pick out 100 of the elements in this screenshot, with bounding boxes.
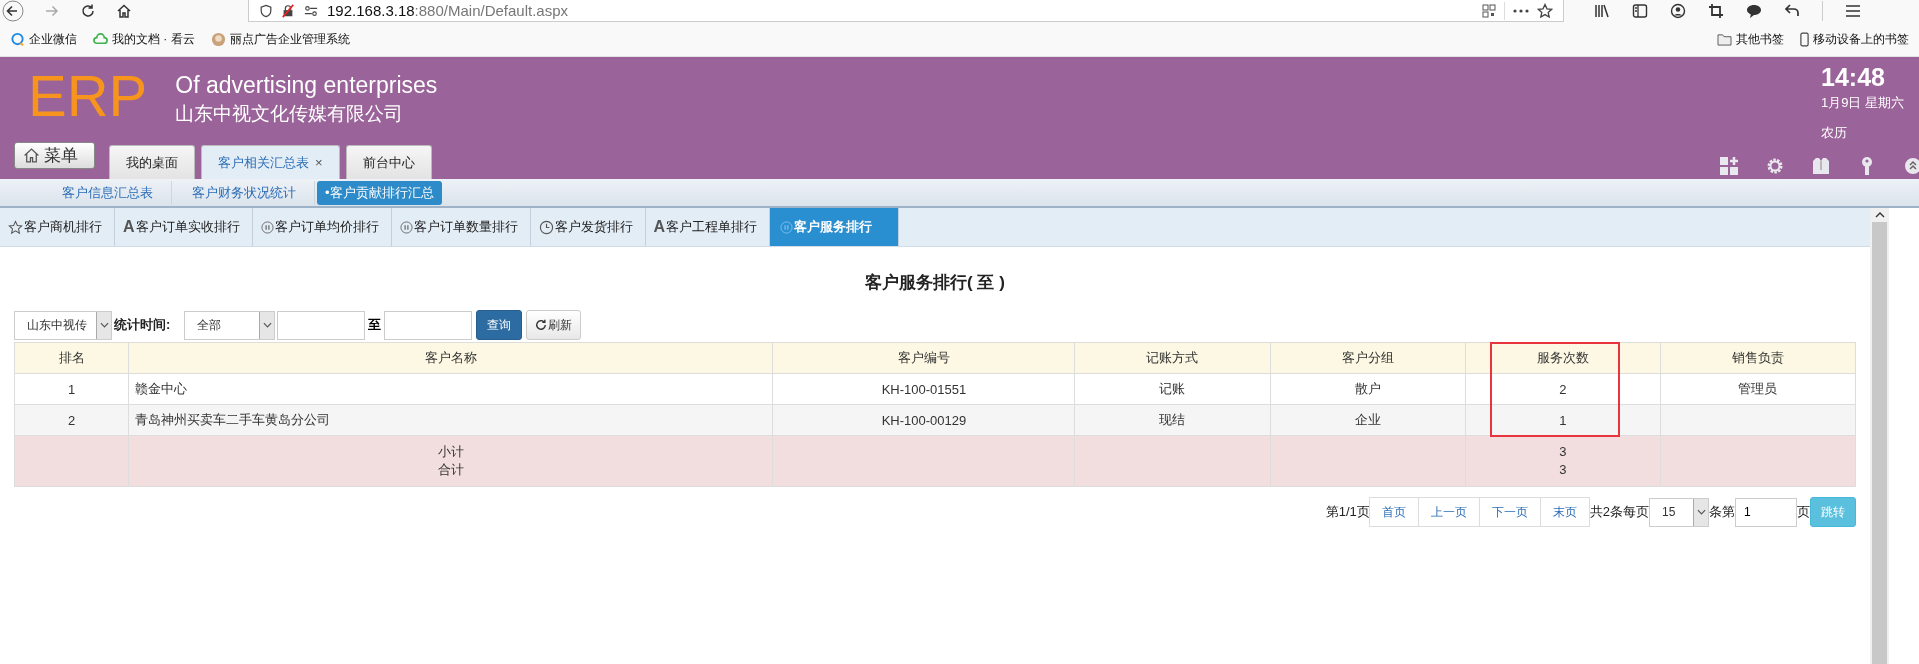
table-cell: KH-100-01551 (881, 381, 967, 397)
page-tab[interactable]: 客户相关汇总表 × (201, 145, 340, 179)
url-text[interactable]: 192.168.3.18:880/Main/Default.aspx (327, 2, 568, 19)
shield-icon[interactable] (259, 3, 273, 18)
qr-code-icon[interactable] (1482, 3, 1496, 18)
range-separator: 至 (368, 316, 382, 334)
pause-icon (399, 220, 413, 234)
lunar-date: 农历 (1821, 124, 1847, 142)
page-number-field[interactable]: 1 (1735, 497, 1797, 527)
settings-icon[interactable] (1765, 156, 1785, 176)
sub-nav-link[interactable]: 客户信息汇总表 (44, 180, 172, 205)
bookmark-link[interactable]: 企业微信 (10, 30, 77, 48)
undo-icon[interactable] (1784, 3, 1800, 19)
report-tab[interactable]: 客户商机排行 (0, 208, 115, 246)
clock-date: 1月9日 星期六 (1821, 94, 1905, 112)
page-info: 第1/1页 (1325, 503, 1370, 521)
pager-button[interactable]: 上一页 (1417, 497, 1480, 527)
end-date-field[interactable] (384, 310, 473, 340)
star-icon[interactable] (1537, 2, 1553, 19)
close-icon[interactable]: × (315, 155, 323, 170)
folder-icon (1717, 32, 1732, 46)
report-tab[interactable]: 客户发货排行 (530, 208, 646, 246)
query-button[interactable]: 查询 (476, 310, 523, 340)
report-title: 客户服务排行( 至 ) (864, 272, 1006, 294)
cloud-icon (93, 31, 108, 47)
scroll-up-icon[interactable] (1874, 212, 1885, 218)
page-tab[interactable]: 前台中心 (345, 145, 432, 179)
company-select[interactable]: 山东中视传 (14, 310, 112, 340)
menu-icon[interactable] (1845, 4, 1861, 18)
column-header: 记账方式 (1074, 342, 1271, 374)
period-select[interactable]: 全部 (184, 310, 276, 340)
shirt-icon[interactable] (1811, 156, 1831, 176)
more-icon[interactable] (1513, 8, 1529, 13)
page-size-select[interactable]: 15 (1649, 497, 1709, 527)
table-cell: 2 (67, 412, 76, 428)
start-date-field[interactable] (277, 310, 366, 340)
letter-icon: A (653, 218, 666, 236)
menu-button[interactable]: 菜单 (14, 142, 95, 169)
pause-icon (260, 220, 274, 234)
home-icon (23, 147, 40, 164)
library-icon[interactable] (1594, 3, 1610, 19)
pager-button[interactable]: 末页 (1539, 497, 1590, 527)
reload-icon[interactable] (80, 3, 96, 19)
pager-button[interactable]: 首页 (1368, 497, 1419, 527)
report-tab[interactable]: A客户订单实收排行 (115, 208, 253, 246)
bookmark-folder[interactable]: 移动设备上的书签 (1800, 30, 1909, 48)
home-icon[interactable] (116, 3, 132, 19)
clock-icon (538, 219, 554, 235)
address-bar[interactable]: 192.168.3.18:880/Main/Default.aspx (248, 0, 1564, 22)
crop-icon[interactable] (1708, 3, 1724, 19)
report-tab[interactable]: 客户订单数量排行 (391, 208, 531, 246)
table-cell: 1 (1559, 412, 1567, 428)
pause-icon (780, 220, 794, 234)
phone-icon (1800, 31, 1809, 47)
total-value: 3 (1558, 443, 1568, 461)
company-name: 山东中视文化传媒有限公司 (175, 102, 405, 126)
letter-icon: A (123, 218, 135, 236)
total-label: 合计 (436, 461, 465, 479)
column-header: 客户名称 (128, 342, 773, 374)
bookmark-link[interactable]: 丽点广告企业管理系统 (210, 30, 350, 48)
account-icon[interactable] (1670, 3, 1686, 19)
goto-label: 条第 (1709, 503, 1735, 521)
report-tab[interactable]: 客户订单均价排行 (252, 208, 392, 246)
sidebar-icon[interactable] (1632, 3, 1648, 19)
bookmark-link[interactable]: 我的文档 · 看云 (93, 30, 195, 48)
table-cell: 记账 (1159, 381, 1186, 396)
sub-nav-link[interactable]: 客户财务状况统计 (174, 180, 315, 205)
refresh-button[interactable]: 刷新 (526, 310, 582, 340)
clock-time: 14:48 (1821, 63, 1885, 91)
avatar-icon (210, 31, 226, 47)
erp-logo: ERP (28, 65, 148, 127)
app-subtitle: Of advertising enterprises (175, 72, 438, 99)
column-header: 客户编号 (773, 342, 1075, 374)
column-header: 排名 (14, 342, 129, 374)
total-label: 小计 (436, 443, 465, 461)
caret-icon (1696, 509, 1706, 515)
refresh-icon (535, 319, 548, 331)
pager-button[interactable]: 下一页 (1478, 497, 1541, 527)
table-cell: 散户 (1354, 381, 1381, 396)
insecure-lock-icon[interactable] (281, 3, 295, 18)
scrollbar[interactable] (1870, 208, 1889, 664)
goto-label: 页 (1797, 503, 1810, 521)
back-icon[interactable] (2, 0, 24, 22)
add-widget-icon[interactable] (1719, 156, 1739, 176)
column-header: 客户分组 (1270, 342, 1466, 374)
table-cell: 1 (67, 381, 76, 397)
collapse-icon[interactable] (1903, 156, 1919, 176)
report-tab[interactable]: 客户服务排行 (770, 208, 900, 246)
table-cell: KH-100-00129 (881, 412, 967, 428)
speech-bubble-icon[interactable] (1746, 3, 1762, 19)
record-count: 共2条每页 (1589, 503, 1649, 521)
sub-nav-link[interactable]: •客户贡献排行汇总 (317, 180, 442, 205)
table-cell: 2 (1559, 381, 1567, 397)
table-cell: 赣金中心 (135, 381, 188, 396)
chat-bubble-icon (10, 31, 25, 47)
caret-icon (262, 322, 272, 328)
page-tab[interactable]: 我的桌面 (109, 145, 195, 179)
bookmark-folder[interactable]: 其他书签 (1717, 30, 1784, 48)
table-cell: 青岛神州买卖车二手车黄岛分公司 (135, 412, 331, 427)
permissions-icon[interactable] (303, 3, 319, 18)
